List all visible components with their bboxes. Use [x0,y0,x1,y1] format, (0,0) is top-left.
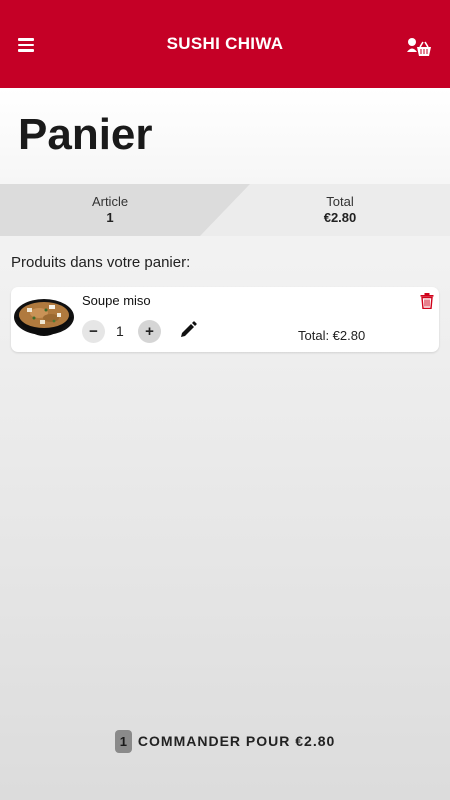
miso-soup-image [14,299,74,336]
article-count-stat: Article 1 [60,194,160,225]
decrease-quantity-button[interactable]: − [82,320,105,343]
app-title: SUSHI CHIWA [166,34,284,53]
trash-delete-icon[interactable] [420,293,434,309]
cart-item: Soupe miso − 1 + Total: €2.80 [11,287,439,352]
cart-icon[interactable] [406,36,432,58]
pencil-edit-icon[interactable] [179,321,197,339]
menu-icon[interactable] [18,38,34,52]
product-name: Soupe miso [82,293,151,308]
checkout-button[interactable]: 1 COMMANDER POUR €2.80 [0,728,450,754]
article-label: Article [91,194,129,209]
checkout-item-count-badge: 1 [114,729,132,753]
increase-quantity-button[interactable]: + [138,320,161,343]
page-title: Panier [18,110,153,159]
products-section-label: Produits dans votre panier: [11,254,191,271]
checkout-label: COMMANDER POUR €2.80 [137,733,336,749]
total-stat: Total €2.80 [290,194,390,225]
total-label: Total [326,194,354,209]
quantity-value: 1 [116,323,124,339]
page-header: Panier [0,88,450,184]
cart-summary-bar: Article 1 Total €2.80 [0,184,450,236]
total-value: €2.80 [323,210,357,225]
top-app-bar: SUSHI CHIWA [0,0,450,88]
article-value: 1 [106,210,114,225]
item-line-total: Total: €2.80 [298,328,366,343]
